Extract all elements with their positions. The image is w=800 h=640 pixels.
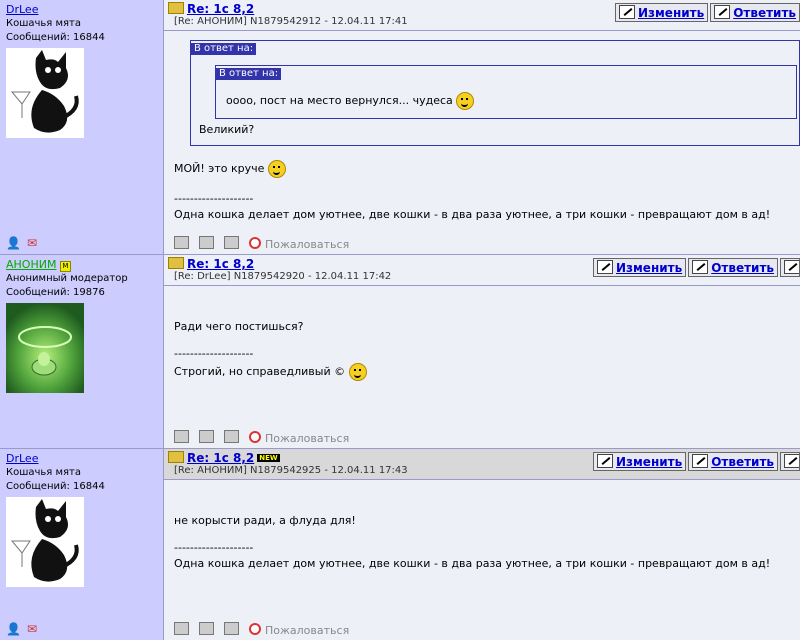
hand-icon[interactable] bbox=[199, 622, 214, 635]
edit-icon bbox=[596, 260, 613, 274]
post-footer: Пожаловаться bbox=[174, 430, 349, 445]
post-subject-link[interactable]: Re: 1c 8,2 bbox=[187, 451, 254, 465]
post-header: Re: 1c 8,2 [Re: DrLee] N1879542920 - 12.… bbox=[164, 255, 800, 286]
author-panel: АНОНИМ M Анонимный модератор Сообщений: … bbox=[0, 255, 164, 448]
edit-icon bbox=[618, 5, 635, 19]
signature-separator: -------------------- bbox=[174, 192, 254, 205]
edit-button[interactable]: Изменить bbox=[614, 3, 709, 22]
book-icon bbox=[168, 2, 184, 14]
complain-icon[interactable] bbox=[249, 623, 261, 635]
author-actions: 👤 ✉ bbox=[6, 236, 43, 250]
post-text: не корысти ради, а флуда для! bbox=[174, 514, 356, 527]
avatar bbox=[6, 48, 84, 138]
post-subject-link[interactable]: Re: 1c 8,2 bbox=[187, 257, 254, 271]
post: АНОНИМ M Анонимный модератор Сообщений: … bbox=[0, 255, 800, 448]
complain-link[interactable]: Пожаловаться bbox=[265, 432, 349, 445]
post-text: Ради чего постишься? bbox=[174, 320, 304, 333]
reply-icon bbox=[692, 454, 709, 468]
author-name-link[interactable]: DrLee bbox=[6, 452, 38, 465]
author-name-link[interactable]: АНОНИМ bbox=[6, 258, 56, 271]
complain-icon[interactable] bbox=[249, 237, 261, 249]
book-icon bbox=[168, 451, 184, 463]
more-button[interactable] bbox=[780, 258, 800, 277]
reply-icon bbox=[692, 260, 709, 274]
post-header: Re: 1c 8,2 NEW [Re: АНОНИМ] N1879542925 -… bbox=[164, 449, 800, 480]
post-reference: [Re: АНОНИМ] N1879542925 - 12.04.11 17:4… bbox=[174, 465, 408, 476]
author-panel: DrLee Кошачья мята Сообщений: 16844 👤 ✉ bbox=[0, 449, 164, 640]
post-reference: [Re: АНОНИМ] N1879542912 - 12.04.11 17:4… bbox=[174, 16, 408, 27]
nested-quote-block: В ответ на: оооо, пост на место вернулся… bbox=[215, 65, 797, 119]
quote-text: Великий? bbox=[199, 123, 255, 136]
smiley-icon bbox=[348, 363, 367, 381]
author-message-count: Сообщений: 19876 bbox=[6, 287, 105, 298]
moderator-badge-icon: M bbox=[59, 261, 71, 272]
hand-icon[interactable] bbox=[199, 236, 214, 249]
complain-link[interactable]: Пожаловаться bbox=[265, 624, 349, 637]
send-message-icon[interactable]: ✉ bbox=[27, 622, 37, 636]
edit-button[interactable]: Изменить bbox=[592, 452, 687, 471]
author-rank: Кошачья мята bbox=[6, 18, 82, 29]
author-actions: 👤 ✉ bbox=[6, 622, 43, 636]
signature: Одна кошка делает дом уютнее, две кошки … bbox=[174, 557, 771, 570]
send-message-icon[interactable]: ✉ bbox=[27, 236, 37, 250]
smiley-icon bbox=[267, 160, 286, 178]
author-panel: DrLee Кошачья мята Сообщений: 16844 👤 ✉ bbox=[0, 0, 164, 254]
post-footer: Пожаловаться bbox=[174, 622, 349, 637]
print-icon[interactable] bbox=[174, 236, 189, 249]
print-icon[interactable] bbox=[174, 622, 189, 635]
signature: Одна кошка делает дом уютнее, две кошки … bbox=[174, 208, 771, 221]
hand-icon[interactable] bbox=[199, 430, 214, 443]
quote-block: В ответ на: В ответ на: оооо, пост на ме… bbox=[190, 40, 800, 146]
new-badge: NEW bbox=[257, 454, 280, 462]
reply-button[interactable]: Ответить bbox=[688, 258, 778, 277]
add-friend-icon[interactable]: 👤 bbox=[6, 236, 21, 250]
print-icon[interactable] bbox=[174, 430, 189, 443]
author-name-link[interactable]: DrLee bbox=[6, 3, 38, 16]
signature-separator: -------------------- bbox=[174, 541, 254, 554]
post: DrLee Кошачья мята Сообщений: 16844 👤 ✉ R… bbox=[0, 449, 800, 640]
quote-text: оооо, пост на место вернулся... чудеса bbox=[226, 94, 453, 107]
post-reference: [Re: DrLee] N1879542920 - 12.04.11 17:42 bbox=[174, 271, 392, 282]
reply-button[interactable]: Ответить bbox=[710, 3, 800, 22]
post-subject-link[interactable]: Re: 1c 8,2 bbox=[187, 2, 254, 16]
add-friend-icon[interactable]: 👤 bbox=[6, 622, 21, 636]
reply-button[interactable]: Ответить bbox=[688, 452, 778, 471]
post-footer: Пожаловаться bbox=[174, 236, 349, 251]
smiley-icon bbox=[456, 92, 475, 110]
quote-icon bbox=[784, 260, 799, 274]
quote-icon bbox=[784, 454, 799, 468]
complain-link[interactable]: Пожаловаться bbox=[265, 238, 349, 251]
author-rank: Кошачья мята bbox=[6, 467, 82, 478]
windows-icon[interactable] bbox=[224, 430, 239, 443]
author-message-count: Сообщений: 16844 bbox=[6, 32, 105, 43]
post-header: Re: 1c 8,2 [Re: АНОНИМ] N1879542912 - 12… bbox=[164, 0, 800, 31]
more-button[interactable] bbox=[780, 452, 800, 471]
edit-icon bbox=[596, 454, 613, 468]
avatar bbox=[6, 303, 84, 393]
post-text: МОЙ! это круче bbox=[174, 162, 265, 175]
avatar bbox=[6, 497, 84, 587]
edit-button[interactable]: Изменить bbox=[592, 258, 687, 277]
signature-separator: -------------------- bbox=[174, 347, 254, 360]
signature: Строгий, но справедливый © bbox=[174, 365, 346, 378]
book-icon bbox=[168, 257, 184, 269]
reply-icon bbox=[714, 5, 731, 19]
complain-icon[interactable] bbox=[249, 431, 261, 443]
windows-icon[interactable] bbox=[224, 622, 239, 635]
quote-header: В ответ на: bbox=[216, 68, 282, 80]
quote-header: В ответ на: bbox=[191, 43, 257, 55]
windows-icon[interactable] bbox=[224, 236, 239, 249]
author-message-count: Сообщений: 16844 bbox=[6, 481, 105, 492]
author-rank: Анонимный модератор bbox=[6, 273, 128, 284]
post: DrLee Кошачья мята Сообщений: 16844 👤 ✉ R… bbox=[0, 0, 800, 254]
